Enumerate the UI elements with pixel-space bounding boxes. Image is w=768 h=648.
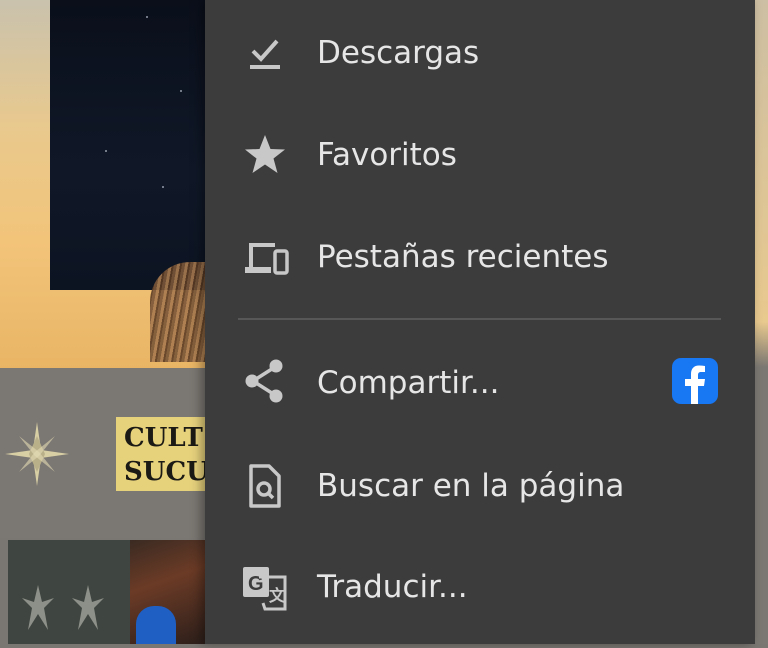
menu-item-label: Compartir... xyxy=(317,365,500,401)
background-title-tag: CULT SUCU xyxy=(116,417,208,491)
overflow-menu: Descargas Favoritos Pestañas recientes C… xyxy=(205,0,755,644)
download-done-icon xyxy=(250,39,280,69)
menu-item-label: Pestañas recientes xyxy=(317,239,609,275)
translate-icon: G 文 xyxy=(243,567,287,611)
menu-item-descargas[interactable]: Descargas xyxy=(205,3,755,103)
menu-item-label: Traducir... xyxy=(317,569,468,605)
menu-item-traducir[interactable]: G 文 Traducir... xyxy=(205,537,755,637)
menu-item-favoritos[interactable]: Favoritos xyxy=(205,105,755,205)
hair-image-detail xyxy=(150,262,208,362)
menu-divider xyxy=(238,318,721,320)
star-icon xyxy=(245,135,285,173)
devices-icon xyxy=(245,243,289,275)
facebook-icon[interactable] xyxy=(672,358,718,404)
background-tile-dark xyxy=(8,540,130,644)
menu-item-label: Favoritos xyxy=(317,137,457,173)
compass-star-icon xyxy=(5,422,69,486)
share-icon xyxy=(245,359,283,403)
menu-item-pestanas-recientes[interactable]: Pestañas recientes xyxy=(205,207,755,307)
night-sky-photo xyxy=(50,0,208,290)
menu-item-buscar-en-la-pagina[interactable]: Buscar en la página xyxy=(205,436,755,536)
background-right-edge xyxy=(754,0,768,644)
bottle-image-detail xyxy=(136,606,176,644)
find-in-page-icon xyxy=(249,464,281,508)
menu-item-label: Buscar en la página xyxy=(317,468,625,504)
menu-item-label: Descargas xyxy=(317,35,480,71)
svg-text:文: 文 xyxy=(269,586,286,605)
